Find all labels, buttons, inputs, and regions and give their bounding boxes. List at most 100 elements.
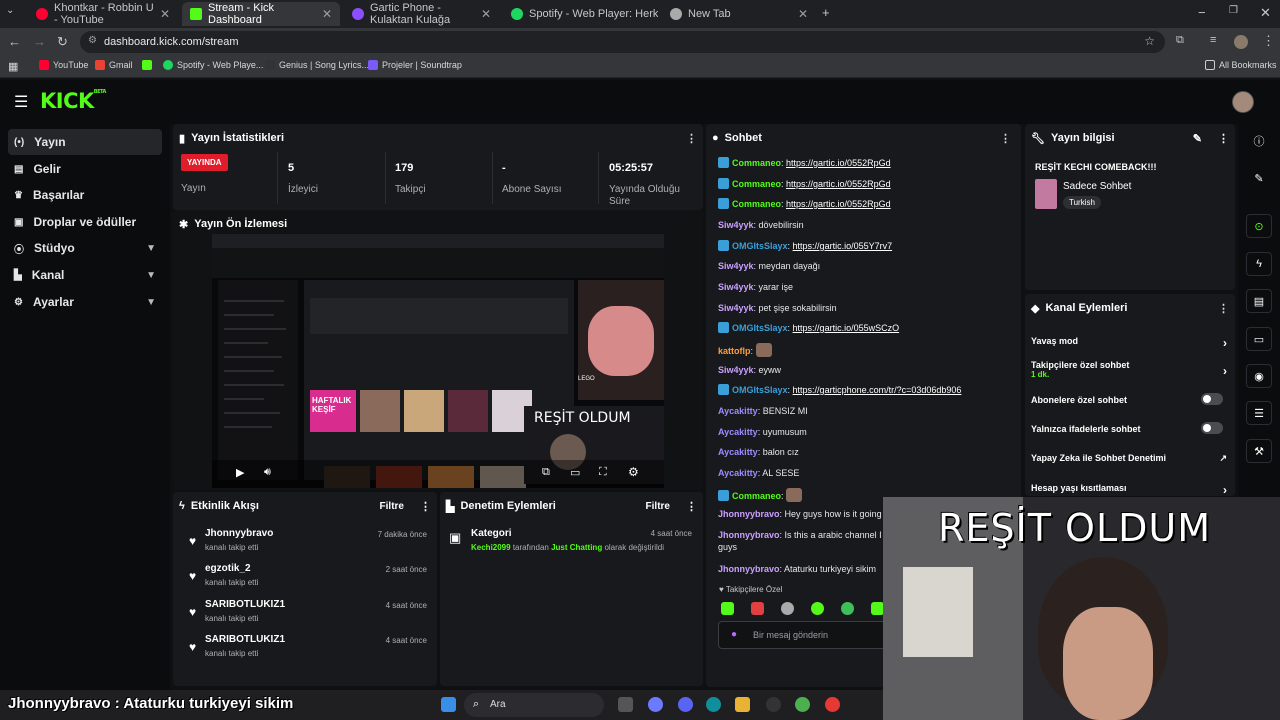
target-icon[interactable]: ⊙ (1246, 214, 1272, 238)
broadcast-icon[interactable]: ◉ (1246, 364, 1272, 388)
more-options-icon[interactable]: ⋮ (686, 500, 697, 513)
edge-icon[interactable] (706, 697, 721, 712)
bookmark-youtube[interactable]: YouTube (39, 60, 88, 70)
chrome-icon[interactable] (795, 697, 810, 712)
bookmark-soundtrap[interactable]: Projeler | Soundtrap (368, 60, 462, 70)
bolt-icon[interactable]: ϟ (1246, 252, 1272, 276)
more-options-icon[interactable]: ⋮ (1000, 132, 1011, 145)
emote-icon[interactable] (751, 602, 764, 615)
restore-icon[interactable]: ❐ (1229, 5, 1238, 16)
chat-username[interactable]: Commaneo (732, 491, 781, 501)
more-options-icon[interactable]: ⋮ (1218, 132, 1229, 145)
bookmark-kick[interactable] (142, 60, 152, 70)
theater-icon[interactable]: ▭ (570, 466, 580, 479)
chat-username[interactable]: Jhonnyybravo (718, 509, 780, 519)
browser-tab-kick[interactable]: Stream - Kick Dashboard ✕ (182, 2, 340, 26)
emote-icon[interactable] (841, 602, 854, 615)
action-subscribers-only-chat[interactable]: Abonelere özel sohbet (1031, 393, 1227, 405)
action-followers-only-chat[interactable]: Takipçilere özel sohbet 1 dk. › (1031, 360, 1227, 379)
emote-icon[interactable] (811, 602, 824, 615)
menu-icon[interactable]: ⋮ (1262, 33, 1275, 49)
action-account-age[interactable]: Hesap yaşı kısıtlaması › (1031, 483, 1227, 497)
window-close-icon[interactable]: ✕ (1260, 5, 1271, 21)
back-icon[interactable]: ← (8, 34, 21, 49)
sidebar-item-gelir[interactable]: ▤ Gelir (8, 156, 162, 182)
bookmark-spotify[interactable]: Spotify - Web Playe... (163, 60, 263, 70)
chat-link[interactable]: https://gartic.io/055wSCzO (793, 323, 900, 333)
chat-username[interactable]: Aycakitty (718, 427, 758, 437)
wrench-icon[interactable]: ⚒ (1246, 439, 1272, 463)
site-info-icon[interactable]: ⚙ (88, 35, 97, 46)
profile-avatar[interactable] (1234, 35, 1248, 49)
media-icon[interactable]: ≡ (1210, 34, 1216, 46)
emote-icon[interactable] (781, 602, 794, 615)
app-icon[interactable] (825, 697, 840, 712)
close-icon[interactable]: ✕ (798, 7, 808, 21)
fullscreen-icon[interactable]: ⛶ (599, 466, 607, 479)
volume-icon[interactable]: 🔊︎ (264, 466, 271, 479)
chat-link[interactable]: https://gartic.io/0552RpGd (786, 158, 891, 168)
user-avatar[interactable] (1232, 91, 1254, 113)
kick-logo[interactable]: KICKBETA (40, 89, 106, 113)
chat-link[interactable]: https://gartic.io/0552RpGd (786, 199, 891, 209)
list-icon[interactable]: ☰ (1246, 401, 1272, 425)
all-bookmarks[interactable]: All Bookmarks (1205, 60, 1277, 70)
tab-search-icon[interactable]: ⌄ (6, 5, 14, 16)
chat-username[interactable]: Commaneo (732, 179, 781, 189)
filter-button[interactable]: Filtre (646, 501, 670, 512)
chat-username[interactable]: Commaneo (732, 199, 781, 209)
more-options-icon[interactable]: ⋮ (420, 500, 431, 513)
info-icon[interactable]: ⓘ (1246, 129, 1272, 153)
chat-username[interactable]: Siw4yyk (718, 303, 754, 313)
sidebar-item-studyo[interactable]: ⦿ Stüdyo ▼ (8, 235, 162, 261)
chat-username[interactable]: Commaneo (732, 158, 781, 168)
emotes-only-toggle[interactable] (1201, 422, 1223, 434)
sidebar-item-droplar[interactable]: ▣ Droplar ve ödüller (8, 209, 162, 235)
copilot-icon[interactable] (648, 697, 663, 712)
chat-username[interactable]: Aycakitty (718, 406, 758, 416)
taskbar-search[interactable]: ⌕ Ara (464, 693, 604, 717)
emote-icon[interactable] (721, 602, 734, 615)
browser-tab-new[interactable]: New Tab ✕ (662, 2, 816, 26)
chat-username[interactable]: Aycakitty (718, 468, 758, 478)
chat-username[interactable]: Siw4yyk (718, 282, 754, 292)
browser-tab-spotify[interactable]: Spotify - Web Player: Herkes iç ✕ (503, 2, 658, 26)
chat-bubble-icon[interactable]: ▭ (1246, 327, 1272, 351)
apps-icon[interactable]: ▦ (8, 60, 18, 73)
chat-username[interactable]: Jhonnyybravo (718, 530, 780, 540)
sidebar-item-ayarlar[interactable]: ⚙ Ayarlar ▼ (8, 289, 162, 315)
more-options-icon[interactable]: ⋮ (686, 132, 697, 145)
hamburger-menu-icon[interactable]: ☰ (14, 92, 28, 112)
reload-icon[interactable]: ↻ (57, 34, 68, 50)
discord-icon[interactable] (678, 697, 693, 712)
edit-icon[interactable]: ✎ (1246, 166, 1272, 190)
chat-link[interactable]: https://garticphone.com/tr/?c=03d06db906 (793, 385, 962, 395)
chat-username[interactable]: Siw4yyk (718, 220, 754, 230)
pip-icon[interactable]: ⧉ (542, 466, 550, 479)
chat-link[interactable]: https://gartic.io/055Y7rv7 (793, 241, 893, 251)
bookmark-star-icon[interactable]: ☆ (1144, 34, 1155, 48)
file-explorer-icon[interactable] (735, 697, 750, 712)
document-icon[interactable]: ▤ (1246, 289, 1272, 313)
chat-username[interactable]: kattoflp (718, 346, 751, 356)
browser-tab-youtube[interactable]: Khontkar - Robbin U - YouTube ✕ (28, 2, 178, 26)
sidebar-item-kanal[interactable]: ▙ Kanal ▼ (8, 262, 162, 288)
subscribers-only-toggle[interactable] (1201, 393, 1223, 405)
chat-username[interactable]: OMGItsSlayx (732, 385, 788, 395)
chat-username[interactable]: Siw4yyk (718, 261, 754, 271)
chat-username[interactable]: Siw4yyk (718, 365, 754, 375)
new-tab-icon[interactable]: + (822, 5, 830, 20)
chat-username[interactable]: OMGItsSlayx (732, 323, 788, 333)
action-ai-moderation[interactable]: Yapay Zeka ile Sohbet Denetimi ↗ (1031, 453, 1227, 463)
task-view-icon[interactable] (618, 697, 633, 712)
sidebar-item-yayin[interactable]: (•) Yayın (8, 129, 162, 155)
stream-preview-video[interactable]: HAFTALIK KEŞİF LEGO REŞİT OLDUM ▶ 🔊︎ ⧉ ▭… (212, 234, 664, 488)
minimize-icon[interactable]: − (1198, 5, 1206, 20)
chat-username[interactable]: Aycakitty (718, 447, 758, 457)
url-input[interactable]: ⚙ dashboard.kick.com/stream ☆ (80, 31, 1165, 53)
edit-icon[interactable]: ✎ (1193, 132, 1202, 145)
action-slow-mode[interactable]: Yavaş mod › (1031, 336, 1227, 350)
sidebar-item-basarilar[interactable]: ♛ Başarılar (8, 182, 162, 208)
settings-icon[interactable]: ⚙ (628, 465, 639, 479)
chat-link[interactable]: https://gartic.io/0552RpGd (786, 179, 891, 189)
